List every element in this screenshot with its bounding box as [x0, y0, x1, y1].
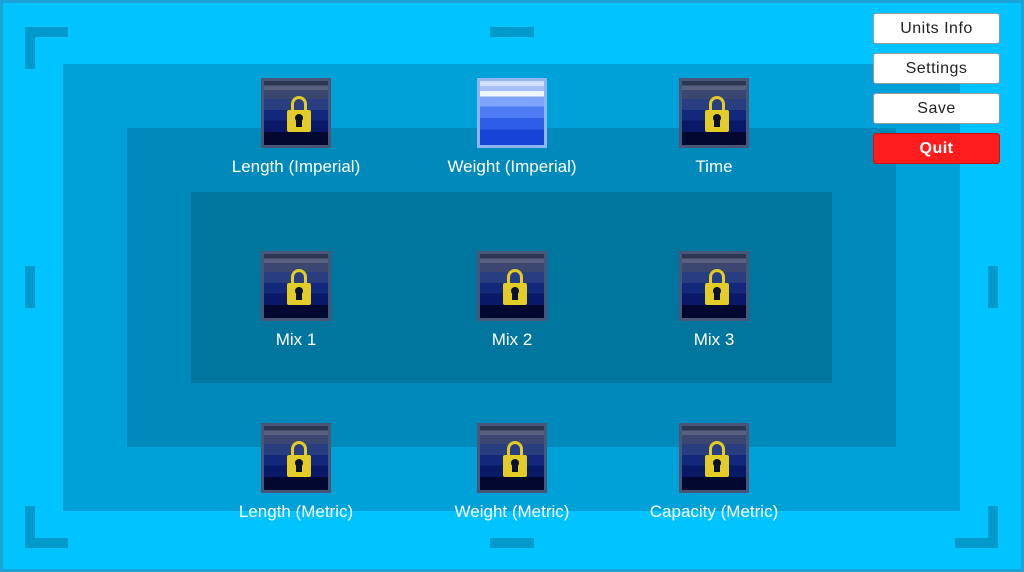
level-label: Mix 1	[275, 330, 317, 349]
level-tile-weight-imperial[interactable]: Weight (Imperial)	[447, 78, 577, 177]
padlock-icon	[705, 269, 729, 305]
edge-mark-top	[490, 27, 534, 37]
padlock-icon	[287, 269, 311, 305]
level-icon	[679, 78, 749, 148]
units-info-button[interactable]: Units Info	[873, 13, 1000, 44]
edge-mark-bottom	[490, 538, 534, 548]
level-icon	[679, 423, 749, 493]
padlock-icon	[287, 96, 311, 132]
level-tile-weight-metric[interactable]: Weight (Metric)	[452, 423, 572, 522]
level-tile-mix-2[interactable]: Mix 2	[452, 251, 572, 350]
padlock-icon	[287, 441, 311, 477]
quit-button[interactable]: Quit	[873, 133, 1000, 164]
padlock-icon	[705, 441, 729, 477]
corner-bracket-top-left	[25, 27, 35, 69]
level-icon	[261, 78, 331, 148]
level-tile-mix-3[interactable]: Mix 3	[654, 251, 774, 350]
settings-button[interactable]: Settings	[873, 53, 1000, 84]
level-label: Capacity (Metric)	[649, 502, 779, 521]
save-button[interactable]: Save	[873, 93, 1000, 124]
padlock-icon	[705, 96, 729, 132]
level-icon	[477, 251, 547, 321]
padlock-icon	[503, 441, 527, 477]
level-label: Length (Imperial)	[231, 157, 361, 176]
level-label: Mix 3	[693, 330, 735, 349]
level-label: Weight (Imperial)	[447, 157, 577, 176]
level-label: Time	[695, 157, 733, 176]
padlock-icon	[503, 269, 527, 305]
corner-bracket-bottom-left	[25, 506, 35, 548]
corner-bracket-bottom-right	[988, 506, 998, 548]
level-icon	[261, 423, 331, 493]
level-icon	[477, 423, 547, 493]
level-tile-length-metric[interactable]: Length (Metric)	[236, 423, 356, 522]
level-label: Mix 2	[491, 330, 533, 349]
level-tile-capacity-metric[interactable]: Capacity (Metric)	[650, 423, 778, 522]
level-label: Weight (Metric)	[454, 502, 570, 521]
level-tile-time[interactable]: Time	[654, 78, 774, 177]
unlocked-level-icon	[477, 78, 547, 148]
level-tile-length-imperial[interactable]: Length (Imperial)	[232, 78, 360, 177]
level-icon	[261, 251, 331, 321]
level-tile-mix-1[interactable]: Mix 1	[236, 251, 356, 350]
level-icon	[679, 251, 749, 321]
level-label: Length (Metric)	[238, 502, 354, 521]
edge-mark-left	[25, 266, 35, 308]
edge-mark-right	[988, 266, 998, 308]
